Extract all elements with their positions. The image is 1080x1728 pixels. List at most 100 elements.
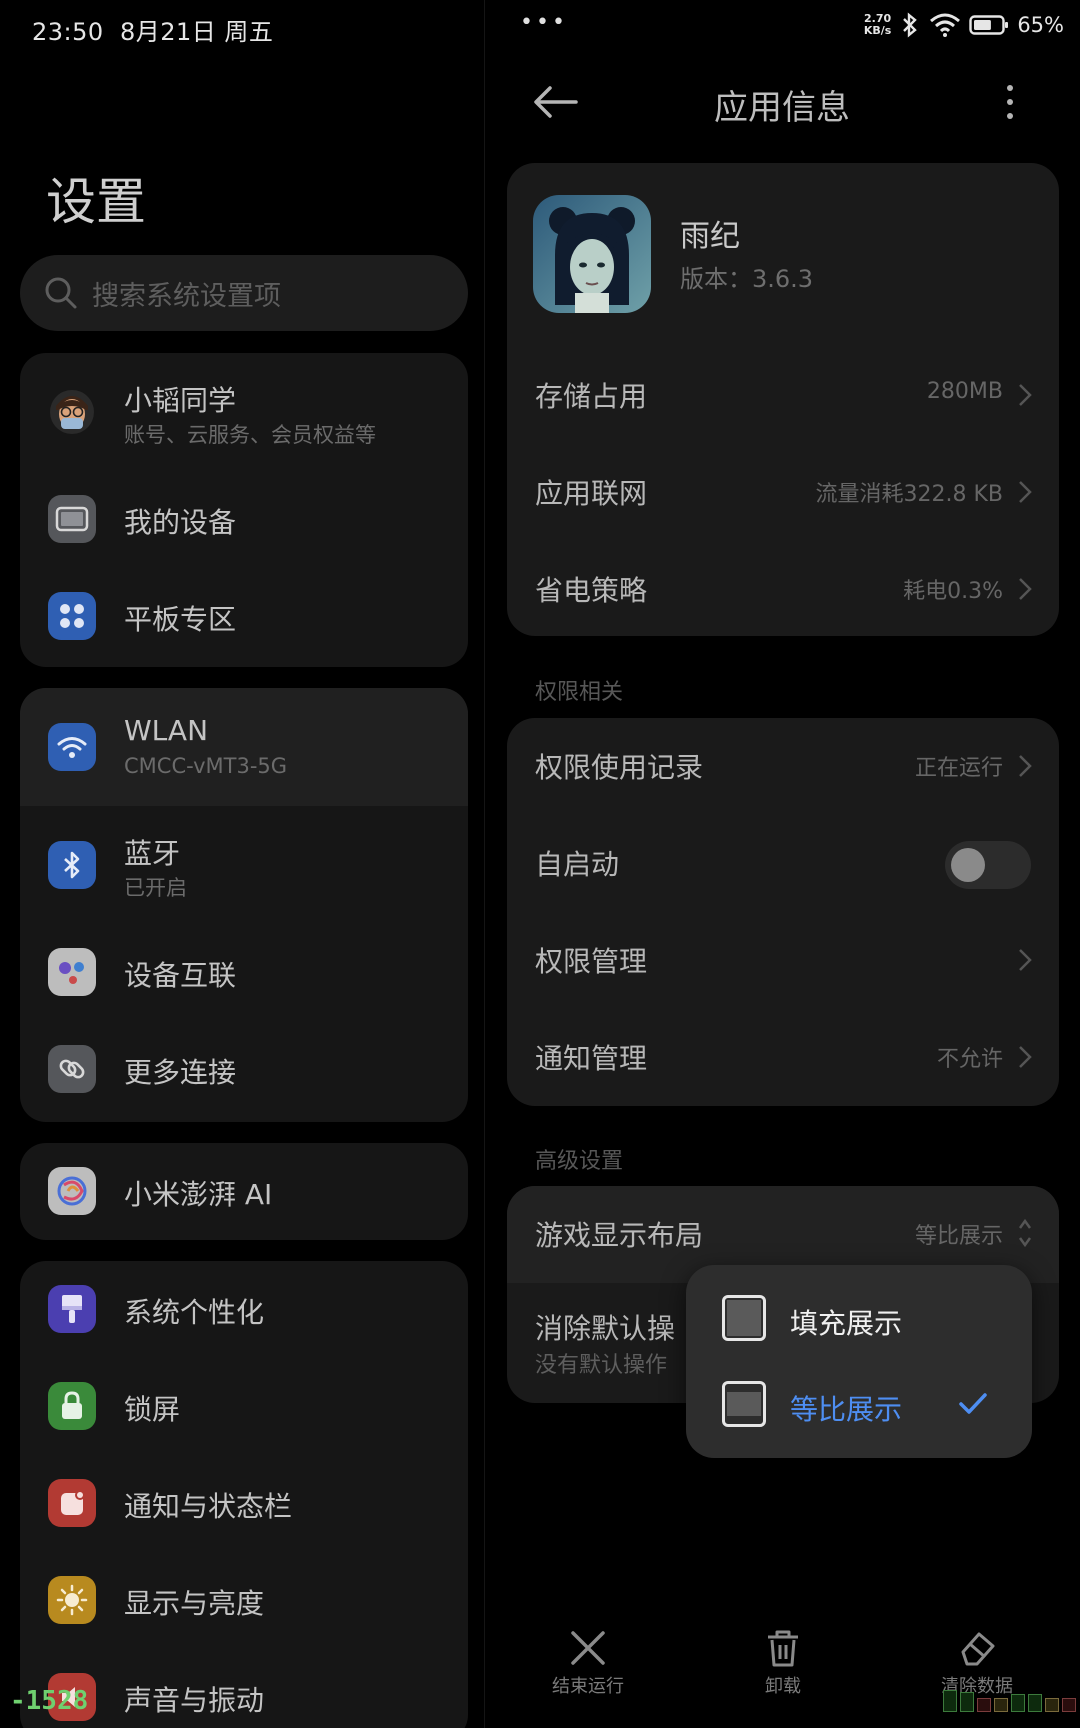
tablet-icon xyxy=(48,495,96,543)
autostart-toggle[interactable] xyxy=(945,841,1031,889)
action-label: 卸载 xyxy=(765,1676,801,1697)
lock-icon xyxy=(48,1382,96,1430)
settings-item-label: WLAN xyxy=(124,714,209,747)
option-label: 等比展示 xyxy=(790,1393,903,1426)
row-label: 通知管理 xyxy=(535,1042,648,1075)
row-label: 省电策略 xyxy=(535,574,648,607)
device-link-icon xyxy=(48,948,96,996)
permissions-card: 权限使用记录 正在运行 自启动 权限管理 通知管理 不允许 xyxy=(507,718,1059,1106)
row-label: 消除默认操 xyxy=(535,1312,676,1345)
row-label: 权限管理 xyxy=(535,945,648,978)
wifi-icon xyxy=(48,723,96,771)
settings-item-label: 我的设备 xyxy=(124,506,237,539)
hyperai-icon xyxy=(48,1167,96,1215)
status-more-dots: ••• xyxy=(520,10,568,35)
battery-fill xyxy=(974,20,992,30)
notification-manage-row[interactable]: 通知管理 不允许 xyxy=(507,1009,1059,1106)
chevron-right-icon xyxy=(1019,481,1032,503)
chevron-right-icon xyxy=(1019,755,1032,777)
option-fill-display[interactable]: 填充展示 xyxy=(686,1275,1032,1361)
settings-item-label: 声音与振动 xyxy=(124,1684,265,1717)
debug-overlay-number: -1528 xyxy=(10,1686,89,1716)
row-value: 流量消耗322.8 KB xyxy=(815,482,1004,507)
permission-section-label: 权限相关 xyxy=(535,680,624,705)
settings-item-label: 小米澎湃 AI xyxy=(124,1178,273,1211)
app-info-title: 应用信息 xyxy=(714,88,850,128)
row-value: 等比展示 xyxy=(914,1224,1003,1249)
search-placeholder: 搜索系统设置项 xyxy=(92,280,281,312)
autostart-row: 自启动 xyxy=(507,815,1059,912)
power-saving-row[interactable]: 省电策略 耗电0.3% xyxy=(507,541,1059,638)
settings-item-notifications[interactable]: 通知与状态栏 xyxy=(20,1455,468,1552)
fill-layout-icon xyxy=(722,1295,766,1341)
settings-item-label: 通知与状态栏 xyxy=(124,1490,293,1523)
personalization-group: 系统个性化 锁屏 通知与状态栏 显示与亮度 声音与振动 xyxy=(20,1261,468,1728)
chevron-right-icon xyxy=(1019,578,1032,600)
row-value: 正在运行 xyxy=(914,756,1003,781)
bluetooth-icon xyxy=(48,841,96,889)
avatar xyxy=(50,390,94,434)
account-name: 小韬同学 xyxy=(124,384,237,417)
settings-item-bluetooth[interactable]: 蓝牙 已开启 xyxy=(20,806,468,924)
row-label: 权限使用记录 xyxy=(535,751,704,784)
row-value: 280MB xyxy=(926,379,1003,404)
chevron-updown-icon xyxy=(1018,1218,1032,1248)
settings-item-label: 更多连接 xyxy=(124,1056,237,1089)
settings-item-sub: CMCC-vMT3-5G xyxy=(124,754,288,778)
close-icon xyxy=(571,1631,605,1665)
settings-item-personalization[interactable]: 系统个性化 xyxy=(20,1261,468,1358)
network-row[interactable]: 应用联网 流量消耗322.8 KB xyxy=(507,444,1059,541)
app-version: 版本：3.6.3 xyxy=(680,265,814,293)
page-title: 设置 xyxy=(46,173,146,231)
chevron-right-icon xyxy=(1019,949,1032,971)
ai-group: 小米澎湃 AI xyxy=(20,1143,468,1240)
notification-icon xyxy=(48,1479,96,1527)
settings-item-sub: 已开启 xyxy=(124,876,187,900)
settings-item-tablet-zone[interactable]: 平板专区 xyxy=(20,568,468,665)
force-stop-button[interactable]: 结束运行 xyxy=(528,1628,648,1698)
settings-item-more-connections[interactable]: 更多连接 xyxy=(20,1021,468,1118)
row-value: 耗电0.3% xyxy=(903,579,1003,604)
row-label: 游戏显示布局 xyxy=(535,1219,704,1252)
option-label: 填充展示 xyxy=(790,1307,903,1340)
connectivity-group: WLAN CMCC-vMT3-5G 蓝牙 已开启 设备互联 更多连接 xyxy=(20,688,468,1122)
account-row[interactable]: 小韬同学 账号、云服务、会员权益等 xyxy=(20,353,468,471)
back-arrow-icon[interactable] xyxy=(532,82,580,122)
layout-popup-menu: 填充展示 等比展示 xyxy=(686,1265,1032,1458)
settings-item-label: 锁屏 xyxy=(124,1393,181,1426)
wifi-status-icon xyxy=(930,13,961,37)
app-icon xyxy=(533,195,651,313)
settings-item-my-device[interactable]: 我的设备 xyxy=(20,471,468,568)
option-proportional-display[interactable]: 等比展示 xyxy=(686,1361,1032,1447)
settings-item-device-link[interactable]: 设备互联 xyxy=(20,924,468,1021)
row-label: 应用联网 xyxy=(535,477,648,510)
clear-data-button[interactable]: 清除数据 xyxy=(917,1628,1037,1698)
permission-usage-row[interactable]: 权限使用记录 正在运行 xyxy=(507,718,1059,815)
settings-item-display[interactable]: 显示与亮度 xyxy=(20,1552,468,1649)
trash-icon xyxy=(768,1630,798,1667)
signal-meter xyxy=(943,1690,1076,1712)
grid-dots-icon xyxy=(48,592,96,640)
chevron-right-icon xyxy=(1019,1046,1032,1068)
pane-divider xyxy=(484,0,485,1728)
row-value: 不允许 xyxy=(936,1047,1003,1072)
checkmark-icon xyxy=(959,1393,987,1414)
settings-item-lockscreen[interactable]: 锁屏 xyxy=(20,1358,468,1455)
account-subtitle: 账号、云服务、会员权益等 xyxy=(124,423,376,447)
search-input[interactable]: 搜索系统设置项 xyxy=(20,255,468,331)
permission-manage-row[interactable]: 权限管理 xyxy=(507,912,1059,1009)
chevron-right-icon xyxy=(1019,384,1032,406)
more-vertical-icon[interactable] xyxy=(998,82,1022,122)
storage-row[interactable]: 存储占用 280MB xyxy=(507,347,1059,444)
action-label: 结束运行 xyxy=(552,1676,624,1697)
app-summary-card: 雨纪 版本：3.6.3 存储占用 280MB 应用联网 流量消耗322.8 KB… xyxy=(507,163,1059,636)
settings-item-hyper-ai[interactable]: 小米澎湃 AI xyxy=(20,1143,468,1240)
advanced-section-label: 高级设置 xyxy=(535,1149,624,1174)
bluetooth-status-icon xyxy=(903,12,918,38)
settings-item-wlan[interactable]: WLAN CMCC-vMT3-5G xyxy=(20,688,468,806)
settings-item-label: 设备互联 xyxy=(124,959,237,992)
settings-pane: 设置 搜索系统设置项 小韬同学 账号、云服务、会员权益等 我的设备 平板专区 W… xyxy=(0,0,484,1728)
uninstall-button[interactable]: 卸载 xyxy=(723,1628,843,1698)
row-label: 自启动 xyxy=(535,848,620,881)
proportional-layout-icon xyxy=(722,1381,766,1427)
